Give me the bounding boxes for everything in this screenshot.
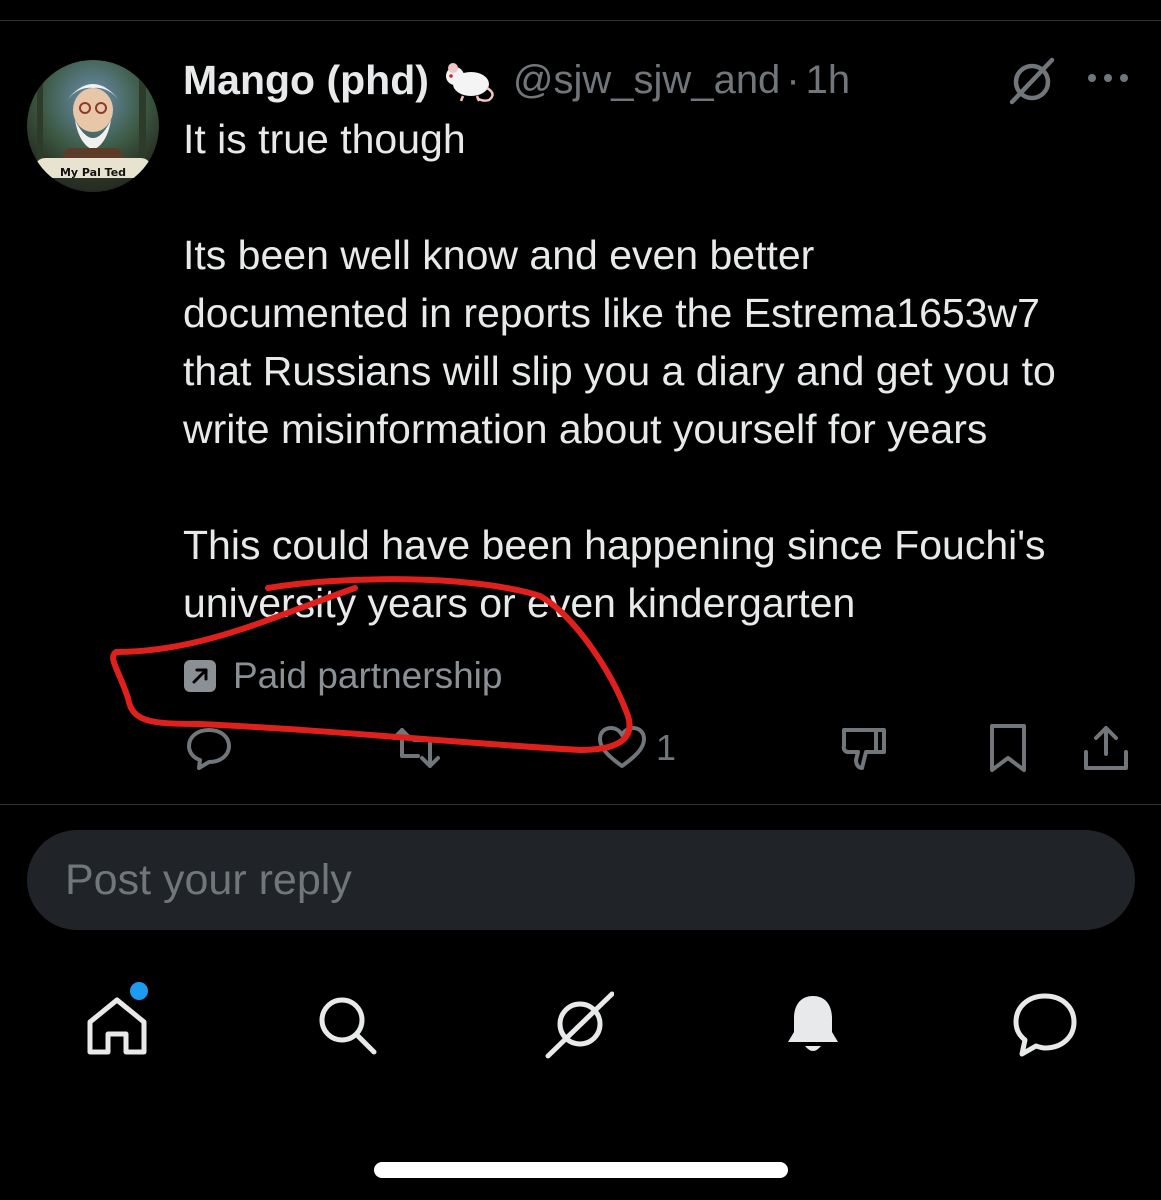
post-line: This could have been happening since Fou… xyxy=(183,522,1046,568)
bookmark-button[interactable] xyxy=(982,720,1034,776)
notification-dot xyxy=(130,982,148,1000)
author-name[interactable]: Mango (phd) xyxy=(183,57,429,104)
post-line: Its been well know and even better xyxy=(183,232,815,278)
post-line: It is true though xyxy=(183,116,466,162)
avatar[interactable]: My Pal Ted xyxy=(27,60,159,192)
dislike-button[interactable] xyxy=(838,720,890,776)
home-indicator[interactable] xyxy=(374,1162,788,1178)
top-divider xyxy=(0,20,1161,21)
grok-icon[interactable] xyxy=(1004,52,1060,108)
post-line: that Russians will slip you a diary and … xyxy=(183,348,1056,394)
post-divider xyxy=(0,804,1161,805)
post-line: write misinformation about yourself for … xyxy=(183,406,988,452)
like-count: 1 xyxy=(656,727,677,768)
messages-icon xyxy=(1013,993,1077,1057)
avatar-caption: My Pal Ted xyxy=(59,166,127,179)
notifications-bell-icon xyxy=(788,996,838,1051)
bookmark-icon xyxy=(990,724,1026,772)
home-icon xyxy=(87,997,147,1055)
retweet-button[interactable] xyxy=(390,720,442,776)
heart-icon xyxy=(598,726,646,768)
grok-icon xyxy=(545,991,615,1059)
post-header: Mango (phd) @sjw_sjw_and · 1h xyxy=(183,52,850,108)
paid-partnership-label[interactable]: Paid partnership xyxy=(183,652,502,700)
nav-home[interactable] xyxy=(82,990,152,1060)
author-handle[interactable]: @sjw_sjw_and xyxy=(513,58,780,103)
nav-messages[interactable] xyxy=(1010,990,1080,1060)
share-icon xyxy=(1084,726,1128,770)
separator-dot: · xyxy=(786,57,800,102)
like-button[interactable]: 1 xyxy=(596,720,676,776)
external-link-icon xyxy=(184,660,216,692)
paid-partnership-text: Paid partnership xyxy=(233,655,503,696)
reply-icon xyxy=(187,728,231,770)
post-line: university years or even kindergarten xyxy=(183,580,856,626)
post-text: It is true though Its been well know and… xyxy=(183,110,1153,632)
reply-button[interactable] xyxy=(183,720,235,776)
nav-notifications[interactable] xyxy=(778,990,848,1060)
search-icon xyxy=(319,997,377,1055)
post-time[interactable]: 1h xyxy=(806,58,851,103)
dislike-icon xyxy=(841,728,886,770)
post-line: documented in reports like the Estrema16… xyxy=(183,290,1040,336)
nav-search[interactable] xyxy=(312,990,382,1060)
mouse-icon xyxy=(445,63,494,102)
reply-input[interactable]: Post your reply xyxy=(27,830,1135,930)
nav-grok[interactable] xyxy=(544,990,615,1060)
reply-placeholder: Post your reply xyxy=(65,855,352,904)
share-button[interactable] xyxy=(1080,720,1132,776)
more-icon[interactable] xyxy=(1084,60,1132,96)
retweet-icon xyxy=(392,728,440,768)
